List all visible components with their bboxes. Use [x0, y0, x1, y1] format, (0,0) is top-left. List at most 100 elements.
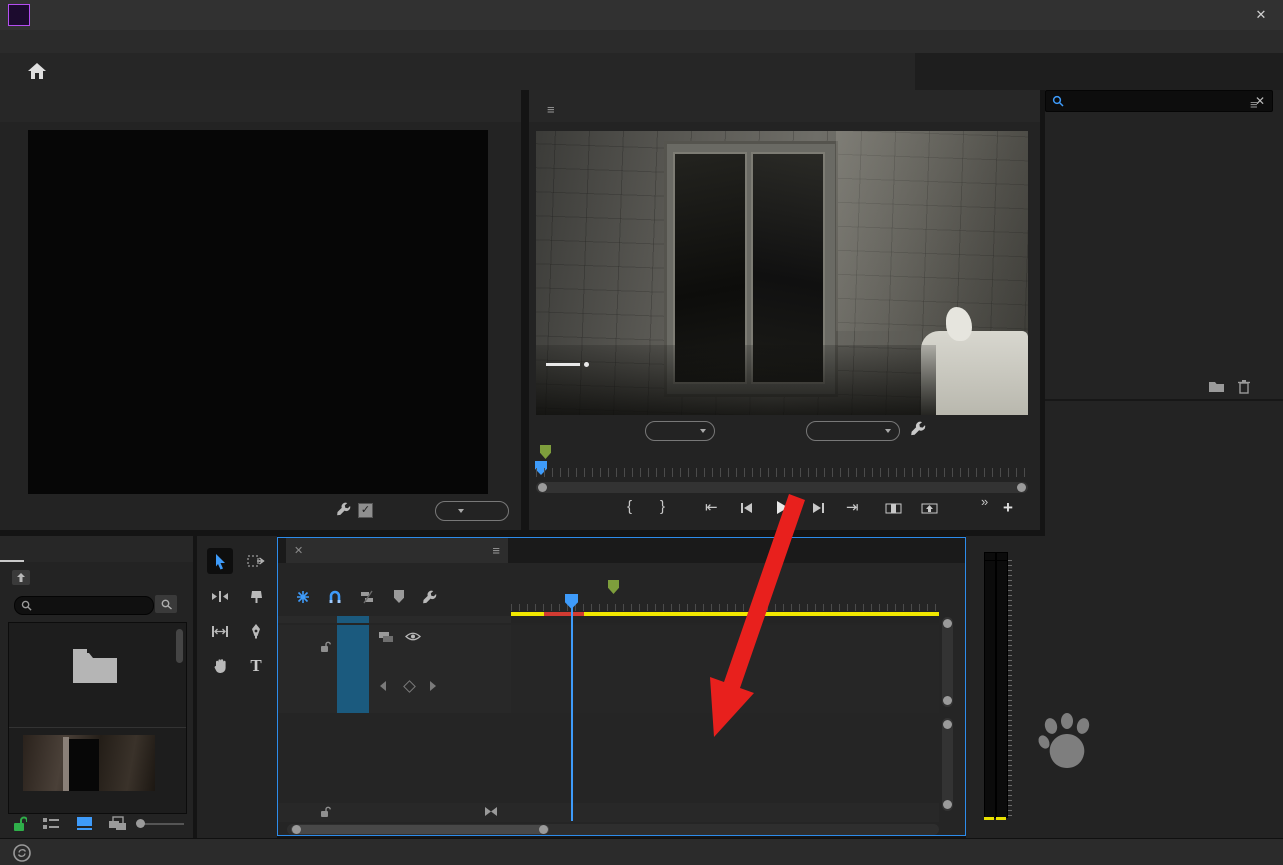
- nest-sequence-icon[interactable]: [296, 590, 310, 604]
- scroll-handle[interactable]: [292, 825, 301, 834]
- track-header-v1: [278, 625, 511, 713]
- divider: [9, 727, 186, 728]
- project-search-input[interactable]: [32, 597, 136, 614]
- clip-thumbnail[interactable]: [23, 735, 155, 791]
- scroll-handle[interactable]: [943, 619, 952, 628]
- hand-tool[interactable]: [207, 653, 233, 679]
- effects-search-box[interactable]: ✕: [1045, 90, 1273, 112]
- track-output-eye-icon[interactable]: [405, 631, 421, 642]
- go-to-out-button[interactable]: ⇥: [846, 498, 859, 516]
- razor-tool[interactable]: [243, 583, 269, 609]
- timeline-tab[interactable]: ✕ ≡: [286, 538, 508, 563]
- timeline-h-scrollbar[interactable]: [287, 824, 939, 835]
- sequence-marker-green[interactable]: [608, 580, 619, 594]
- close-button[interactable]: ✕: [1239, 0, 1283, 30]
- scroll-handle[interactable]: [943, 800, 952, 809]
- add-button[interactable]: +: [1003, 498, 1013, 518]
- transport-overflow-button[interactable]: »: [981, 494, 988, 509]
- scroll-handle[interactable]: [539, 825, 548, 834]
- extract-button[interactable]: [921, 502, 938, 515]
- freeform-view-icon[interactable]: [108, 816, 127, 831]
- source-patch-icon[interactable]: [378, 631, 394, 643]
- slip-tool[interactable]: [207, 618, 233, 644]
- pen-tool[interactable]: [243, 618, 269, 644]
- bowtie-keyframe-icon[interactable]: [484, 806, 498, 817]
- video-tracks-scrollbar[interactable]: [942, 617, 953, 707]
- ripple-edit-tool[interactable]: [207, 583, 233, 609]
- track-label-v2[interactable]: [337, 616, 369, 623]
- creative-cloud-sync-icon[interactable]: [12, 843, 32, 863]
- program-tab[interactable]: ≡: [529, 96, 567, 122]
- search-icon: [21, 600, 32, 611]
- snap-magnet-icon[interactable]: [328, 590, 342, 604]
- zoom-handle-left[interactable]: [538, 483, 547, 492]
- icon-view-icon[interactable]: [76, 816, 93, 831]
- project-scrollbar[interactable]: [176, 629, 183, 663]
- zoom-handle-right[interactable]: [1017, 483, 1026, 492]
- h-scroll-handle[interactable]: [291, 825, 549, 834]
- workspace-bar-right: [915, 53, 1283, 90]
- lift-button[interactable]: [885, 502, 902, 515]
- project-overflow-button[interactable]: [179, 552, 193, 562]
- program-zoom-scrollbar[interactable]: [536, 482, 1028, 493]
- timeline-playhead-line[interactable]: [571, 606, 573, 821]
- project-writable-icon[interactable]: [12, 816, 27, 832]
- track-lane-v2: [511, 616, 939, 623]
- status-bar: [0, 838, 1283, 865]
- track-label-v1[interactable]: [337, 625, 369, 713]
- program-settings-wrench-icon[interactable]: [910, 421, 926, 437]
- tools-panel: T: [193, 536, 277, 838]
- track-select-forward-tool[interactable]: [243, 548, 269, 574]
- playback-resolution-dropdown[interactable]: [806, 421, 900, 441]
- scope-settings-wrench-icon[interactable]: [336, 502, 351, 517]
- audio-tracks-scrollbar[interactable]: [942, 718, 953, 811]
- project-tab[interactable]: [0, 547, 24, 562]
- video-floor: [536, 345, 936, 415]
- thumbnail-zoom-slider[interactable]: [138, 823, 184, 825]
- add-marker-icon[interactable]: [394, 590, 404, 603]
- home-icon[interactable]: [26, 60, 48, 82]
- bin-label[interactable]: [23, 705, 30, 719]
- linked-selection-icon[interactable]: [360, 590, 376, 604]
- panel-menu-icon[interactable]: ≡: [547, 103, 555, 116]
- new-bin-icon[interactable]: [1208, 380, 1225, 393]
- program-marker-green[interactable]: [540, 445, 551, 459]
- zoom-level-dropdown[interactable]: [645, 421, 715, 441]
- bin-folder-icon[interactable]: [71, 647, 119, 685]
- scroll-handle[interactable]: [943, 720, 952, 729]
- selection-tool[interactable]: [207, 548, 233, 574]
- left-panel-overflow-button[interactable]: [505, 108, 521, 122]
- program-ruler[interactable]: [536, 468, 1028, 477]
- prev-keyframe-icon[interactable]: [380, 681, 386, 691]
- minimize-button[interactable]: [1151, 0, 1195, 30]
- slider-handle[interactable]: [136, 819, 145, 828]
- find-bin-icon[interactable]: [155, 595, 177, 613]
- panel-menu-icon[interactable]: ≡: [492, 544, 500, 557]
- close-tab-icon[interactable]: ✕: [294, 544, 303, 557]
- panel-menu-icon[interactable]: ≡: [1250, 98, 1258, 111]
- mark-out-button[interactable]: }: [660, 498, 665, 515]
- pin-signal-checkbox[interactable]: ✓: [358, 503, 373, 518]
- type-tool[interactable]: T: [243, 653, 269, 679]
- track-header-master: [278, 803, 939, 822]
- track-lock-icon[interactable]: [320, 806, 331, 818]
- track-lock-icon[interactable]: [320, 641, 331, 653]
- step-forward-button[interactable]: [811, 502, 825, 514]
- go-to-in-button[interactable]: ⇤: [705, 498, 718, 516]
- lumetri-scopes-panel: ✓: [0, 90, 521, 530]
- scroll-handle[interactable]: [943, 696, 952, 705]
- video-watermark-dot: [584, 362, 589, 367]
- maximize-button[interactable]: [1195, 0, 1239, 30]
- list-view-icon[interactable]: [42, 817, 60, 831]
- add-keyframe-icon[interactable]: [403, 680, 416, 693]
- play-button[interactable]: [775, 500, 790, 515]
- timeline-settings-wrench-icon[interactable]: [422, 590, 437, 605]
- effects-search-input[interactable]: [1070, 93, 1244, 109]
- step-back-button[interactable]: [740, 502, 754, 514]
- project-search-box[interactable]: [14, 596, 154, 615]
- next-keyframe-icon[interactable]: [430, 681, 436, 691]
- navigate-up-icon[interactable]: [12, 570, 30, 585]
- mark-in-button[interactable]: {: [627, 498, 632, 515]
- bit-depth-dropdown[interactable]: [435, 501, 509, 521]
- trash-icon[interactable]: [1237, 379, 1251, 394]
